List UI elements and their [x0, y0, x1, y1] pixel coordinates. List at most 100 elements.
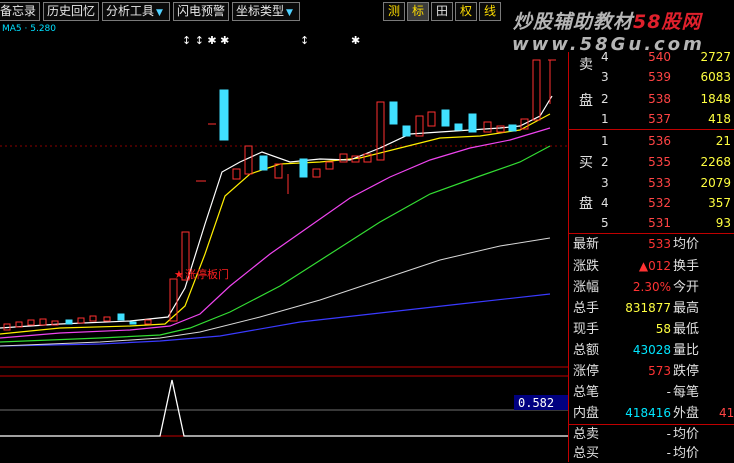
- candle-down: [299, 158, 308, 178]
- candle-down: [508, 124, 517, 132]
- kline-chart[interactable]: ↕ ↕ ✱ ✱ ↕ ✱ ★ 涨停板门 0.582: [0, 24, 568, 462]
- amount-value: 43028: [632, 343, 671, 357]
- ma-line-yellow: [0, 113, 551, 335]
- totalbuy-value: -: [666, 446, 671, 460]
- candle-up: [27, 319, 35, 326]
- now-value: 58: [655, 322, 671, 336]
- now-label: 现手: [573, 322, 600, 337]
- sell-price: 539: [648, 70, 671, 84]
- candle-up: [77, 317, 85, 324]
- sell-price: 538: [648, 92, 671, 106]
- sell-level: 1: [601, 112, 609, 126]
- sell-price: 537: [648, 112, 671, 126]
- line-button[interactable]: 线: [479, 2, 501, 21]
- totalsell-value: -: [666, 427, 671, 441]
- avg3-label: 均价: [673, 446, 700, 461]
- candle-up: [496, 125, 505, 133]
- quote-row: 总笔 - 每笔: [569, 383, 734, 402]
- sell-row[interactable]: 3 539 6083: [569, 68, 734, 87]
- buy-price: 535: [648, 155, 671, 169]
- buy-row[interactable]: 2 535 2268: [569, 153, 734, 172]
- totalbuy-label: 总买: [573, 446, 600, 461]
- sell-volume: 2727: [700, 50, 731, 64]
- turnover-label: 换手: [673, 259, 700, 274]
- coord-type-dropdown[interactable]: 坐标类型 ▼: [232, 2, 300, 21]
- separator: [569, 233, 734, 234]
- candle-up: [144, 319, 152, 325]
- quote-row: 最新 533 均价: [569, 235, 734, 254]
- buy-row[interactable]: 3 533 2079: [569, 174, 734, 193]
- total-label: 总手: [573, 301, 600, 316]
- grid-button[interactable]: 田: [431, 2, 453, 21]
- rights-button[interactable]: 权: [455, 2, 477, 21]
- signal-markers: ↕ ↕ ✱ ✱: [182, 34, 229, 47]
- candle-down: [129, 321, 137, 325]
- marker-label: 涨停板门: [185, 267, 229, 281]
- latest-value: 533: [648, 237, 671, 251]
- change-value: ▲012: [638, 259, 671, 273]
- trades-value: -: [666, 385, 671, 399]
- buy-volume: 21: [715, 134, 731, 148]
- sell-volume: 1848: [700, 92, 731, 106]
- history-button[interactable]: 历史回忆: [43, 2, 99, 21]
- signal-marker: ✱: [351, 34, 360, 47]
- buy-level: 4: [601, 196, 609, 210]
- candle-up: [339, 153, 348, 163]
- flash-alert-button[interactable]: 闪电预警: [173, 2, 229, 21]
- candle-down: [219, 89, 229, 141]
- buy-row[interactable]: 1 536 21: [569, 132, 734, 151]
- dropdown-arrow-icon: ▼: [286, 8, 293, 18]
- amount-label: 总额: [573, 343, 600, 358]
- sell-row[interactable]: 2 538 1848: [569, 90, 734, 109]
- sell-row[interactable]: 1 537 418: [569, 110, 734, 129]
- flash-label: 闪电预警: [177, 4, 226, 18]
- buy-volume: 2268: [700, 155, 731, 169]
- signal-star-icon: ★: [174, 268, 184, 281]
- buy-price: 536: [648, 134, 671, 148]
- open-label: 今开: [673, 280, 700, 295]
- candle-down: [259, 155, 268, 171]
- buy-row[interactable]: 5 531 93: [569, 214, 734, 233]
- candle-up: [244, 145, 253, 175]
- quote-row: 总额 43028 量比: [569, 341, 734, 360]
- measure-button[interactable]: 测: [383, 2, 405, 21]
- ma-line-white-long: [0, 237, 551, 347]
- limitdown-label: 跌停: [673, 364, 700, 379]
- low-label: 最低: [673, 322, 700, 337]
- analysis-tools-dropdown[interactable]: 分析工具 ▼: [102, 2, 170, 21]
- inner-label: 内盘: [573, 406, 600, 421]
- candle-up: [274, 163, 283, 179]
- sell-row[interactable]: 4 540 2727: [569, 48, 734, 67]
- candle-down: [402, 125, 411, 137]
- candle-down: [389, 101, 398, 125]
- quote-row: 总卖 - 均价: [569, 425, 734, 444]
- total-value: 831877: [625, 301, 671, 315]
- signal-marker: ↕: [300, 34, 309, 47]
- buy-level: 5: [601, 216, 609, 230]
- candle-up: [427, 111, 436, 127]
- quote-row: 内盘 418416 外盘 41: [569, 404, 734, 423]
- indicator-value: 0.582: [518, 396, 554, 410]
- mark-button[interactable]: 标: [407, 2, 429, 21]
- pertrade-label: 每笔: [673, 385, 700, 400]
- candle-down: [454, 123, 463, 131]
- limitup-label: 涨停: [573, 364, 600, 379]
- candle-up: [232, 168, 241, 180]
- buy-price: 532: [648, 196, 671, 210]
- pct-label: 涨幅: [573, 280, 600, 295]
- analysis-label: 分析工具: [106, 4, 155, 18]
- high-label: 最高: [673, 301, 700, 316]
- sell-price: 540: [648, 50, 671, 64]
- candle-down: [468, 113, 477, 133]
- buy-level: 1: [601, 134, 609, 148]
- history-label: 历史回忆: [47, 4, 96, 18]
- quote-row: 总买 - 均价: [569, 444, 734, 463]
- memo-button[interactable]: 备忘录: [0, 2, 40, 21]
- buy-volume: 357: [708, 196, 731, 210]
- buy-row[interactable]: 4 532 357: [569, 194, 734, 213]
- totalsell-label: 总卖: [573, 427, 600, 442]
- limitup-value: 573: [648, 364, 671, 378]
- quote-row: 总手 831877 最高: [569, 299, 734, 318]
- buy-volume: 2079: [700, 176, 731, 190]
- memo-label: 备忘录: [0, 4, 37, 18]
